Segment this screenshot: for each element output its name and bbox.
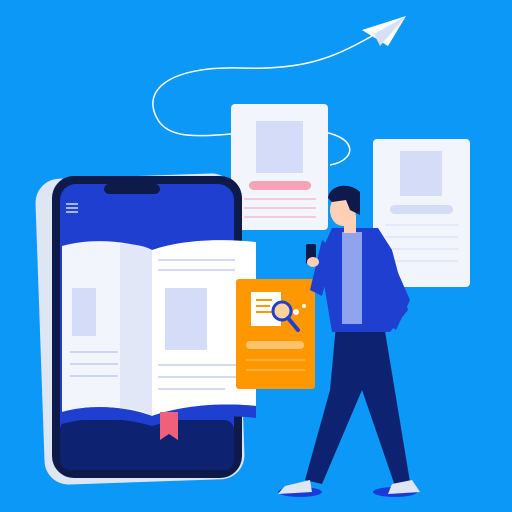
- illustration-scene: [0, 0, 512, 512]
- search-result-card: [236, 279, 315, 389]
- open-book: [62, 240, 256, 440]
- hamburger-menu-icon: [66, 203, 78, 213]
- document-card: [231, 104, 328, 230]
